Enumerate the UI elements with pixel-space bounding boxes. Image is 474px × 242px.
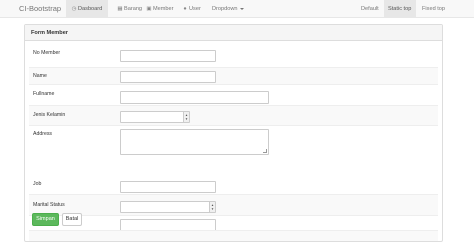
marital-status-label: Marital Status bbox=[33, 202, 65, 208]
form-panel: Form Member No Member Name Fullname Jeni… bbox=[24, 24, 443, 242]
form-row-name: Name bbox=[29, 67, 438, 85]
form-row-address: Address bbox=[29, 126, 438, 177]
nav-item-dasboard[interactable]: ◷ Dasboard bbox=[66, 0, 108, 18]
resize-handle-icon[interactable] bbox=[263, 149, 267, 153]
form-row-job: Job bbox=[29, 177, 438, 194]
fullname-input[interactable] bbox=[120, 91, 269, 104]
user-icon: ● bbox=[183, 6, 187, 12]
navbar: CI-Bootstrap ◷ Dasboard ▦Barang ▣Member ●… bbox=[0, 0, 474, 18]
marital-status-select[interactable]: ▴ ▾ bbox=[120, 201, 216, 213]
form-row-fullname: Fullname bbox=[29, 85, 438, 105]
address-textarea[interactable] bbox=[120, 129, 269, 155]
fullname-label: Fullname bbox=[33, 91, 55, 97]
nav-item-user[interactable]: ● User bbox=[177, 0, 207, 18]
name-input[interactable] bbox=[120, 71, 216, 83]
cancel-button[interactable]: Batal bbox=[62, 213, 82, 226]
select-arrows-icon: ▴ ▾ bbox=[209, 202, 215, 212]
select-arrows-icon: ▴ ▾ bbox=[183, 112, 189, 122]
grid-icon: ▦ bbox=[117, 6, 123, 12]
save-button[interactable]: Simpan bbox=[32, 213, 59, 226]
panel-title: Form Member bbox=[25, 25, 442, 41]
address-label: Address bbox=[33, 131, 53, 137]
form-row-no-member: No Member bbox=[29, 45, 438, 67]
job-label: Job bbox=[33, 181, 42, 187]
form-actions-row bbox=[29, 230, 438, 241]
name-label: Name bbox=[33, 73, 47, 79]
nav-item-member[interactable]: ▣Member bbox=[141, 0, 177, 18]
no-member-label: No Member bbox=[33, 50, 61, 56]
caret-down-icon bbox=[239, 7, 244, 10]
nav-item-dropdown[interactable]: Dropdown bbox=[207, 0, 247, 18]
picture-icon: ▣ bbox=[146, 6, 152, 12]
form-row-jenis-kelamin: Jenis Kelamin ▴ ▾ bbox=[29, 105, 438, 126]
job-input[interactable] bbox=[120, 181, 216, 193]
nav-item-default[interactable]: Default bbox=[354, 0, 384, 18]
nav-item-barang[interactable]: ▦Barang bbox=[112, 0, 144, 18]
nav-item-fixed-top[interactable]: Fixed top bbox=[416, 0, 456, 18]
form-row-marital-status: Marital Status ▴ ▾ bbox=[29, 194, 438, 216]
nav-item-static-top[interactable]: Static top bbox=[384, 0, 416, 18]
jenis-kelamin-select[interactable]: ▴ ▾ bbox=[120, 111, 190, 123]
jenis-kelamin-label: Jenis Kelamin bbox=[33, 112, 66, 118]
brand-logo[interactable]: CI-Bootstrap bbox=[19, 4, 61, 13]
member-form: No Member Name Fullname Jenis Kelamin ▴ ▾… bbox=[29, 45, 438, 241]
dashboard-icon: ◷ bbox=[71, 6, 77, 12]
no-member-input[interactable] bbox=[120, 50, 216, 62]
